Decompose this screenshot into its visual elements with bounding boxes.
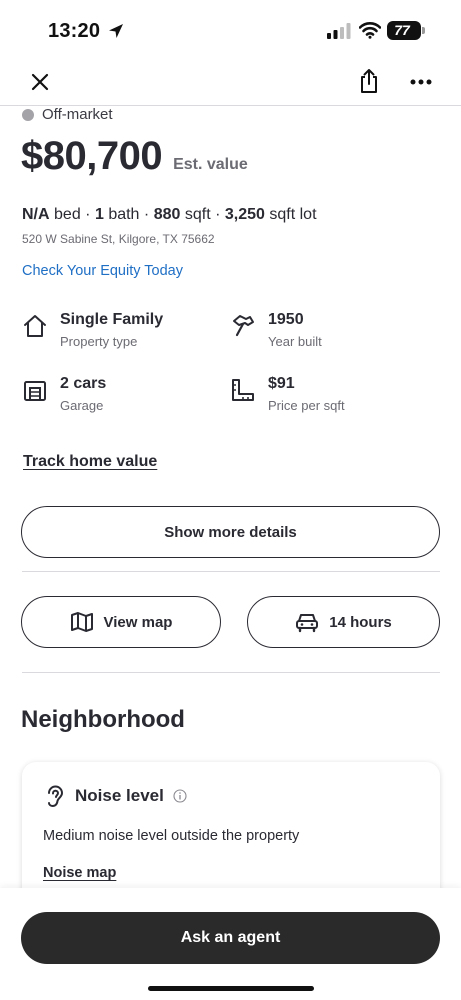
status-dot: [22, 108, 34, 121]
bottom-action-bar: Ask an agent: [0, 888, 461, 1000]
garage-value: 2 cars: [60, 375, 107, 392]
cellular-signal-icon: [327, 23, 351, 39]
ruler-icon: [232, 379, 254, 401]
baths-value: 1: [94, 206, 104, 223]
separator: ·: [215, 206, 221, 223]
map-icon: [70, 612, 93, 632]
sqft-value: 880: [153, 206, 181, 223]
market-status: Off-market: [22, 106, 113, 123]
property-type-value: Single Family: [60, 311, 164, 328]
price-row: $80,700 Est. value: [21, 134, 248, 179]
noise-level-title: Noise level: [75, 786, 164, 805]
more-dots-icon[interactable]: [406, 68, 436, 96]
wifi-icon: [359, 22, 381, 39]
battery-level: 77: [394, 22, 410, 38]
status-time: 13:20: [48, 20, 101, 42]
attribute-price-per-sqft: $91 Price per sqft: [230, 375, 430, 421]
commute-time-button[interactable]: 14 hours: [247, 596, 440, 648]
car-icon: [296, 614, 319, 633]
market-status-label: Off-market: [42, 106, 113, 123]
status-bar: 13:20 77: [0, 0, 461, 60]
info-icon[interactable]: [173, 789, 187, 803]
track-home-value-link[interactable]: Track home value: [23, 453, 157, 471]
noise-level-card: Noise level Medium noise level outside t…: [22, 762, 440, 888]
close-icon[interactable]: [26, 68, 54, 96]
lot-unit: sqft lot: [269, 206, 317, 223]
noise-map-link[interactable]: Noise map: [43, 865, 116, 881]
attribute-property-type: Single Family Property type: [22, 311, 212, 357]
ask-agent-button[interactable]: Ask an agent: [21, 912, 440, 964]
neighborhood-heading: Neighborhood: [21, 706, 185, 733]
location-arrow-icon: [109, 24, 123, 38]
listing-content[interactable]: Off-market $80,700 Est. value N/A bed · …: [0, 106, 461, 888]
show-more-details-label: Show more details: [164, 523, 297, 541]
garage-label: Garage: [60, 398, 104, 413]
sqft-unit: sqft: [184, 206, 211, 223]
beds-unit: bed: [54, 206, 81, 223]
commute-time-label: 14 hours: [329, 613, 392, 631]
noise-level-description: Medium noise level outside the property: [43, 828, 300, 844]
price-per-sqft-value: $91: [268, 375, 295, 392]
year-built-value: 1950: [268, 311, 304, 328]
baths-unit: bath: [108, 206, 140, 223]
home-facts: N/A bed · 1 bath · 880 sqft · 3,250 sqft…: [22, 206, 317, 224]
estimated-price: $80,700: [21, 134, 163, 178]
garage-icon: [24, 381, 46, 401]
home-indicator: [148, 986, 314, 991]
top-nav-bar: [0, 60, 461, 106]
divider: [22, 571, 440, 572]
view-map-label: View map: [103, 613, 173, 631]
check-equity-link[interactable]: Check Your Equity Today: [22, 263, 183, 279]
year-built-label: Year built: [268, 334, 322, 349]
beds-value: N/A: [22, 206, 50, 223]
ear-icon: [48, 785, 64, 808]
price-per-sqft-label: Price per sqft: [268, 398, 345, 413]
ask-agent-label: Ask an agent: [180, 929, 281, 946]
house-icon: [24, 315, 46, 337]
hammer-icon: [233, 315, 254, 337]
view-map-button[interactable]: View map: [21, 596, 221, 648]
property-type-label: Property type: [60, 334, 138, 349]
share-icon[interactable]: [354, 66, 384, 96]
attribute-year-built: 1950 Year built: [230, 311, 430, 357]
divider: [22, 672, 440, 673]
separator: ·: [85, 206, 91, 223]
attribute-garage: 2 cars Garage: [22, 375, 212, 421]
show-more-details-button[interactable]: Show more details: [21, 506, 440, 558]
property-address: 520 W Sabine St, Kilgore, TX 75662: [22, 232, 215, 246]
est-value-label: Est. value: [173, 156, 248, 173]
battery-nub: [422, 27, 425, 34]
lot-value: 3,250: [224, 206, 265, 223]
separator: ·: [143, 206, 150, 223]
